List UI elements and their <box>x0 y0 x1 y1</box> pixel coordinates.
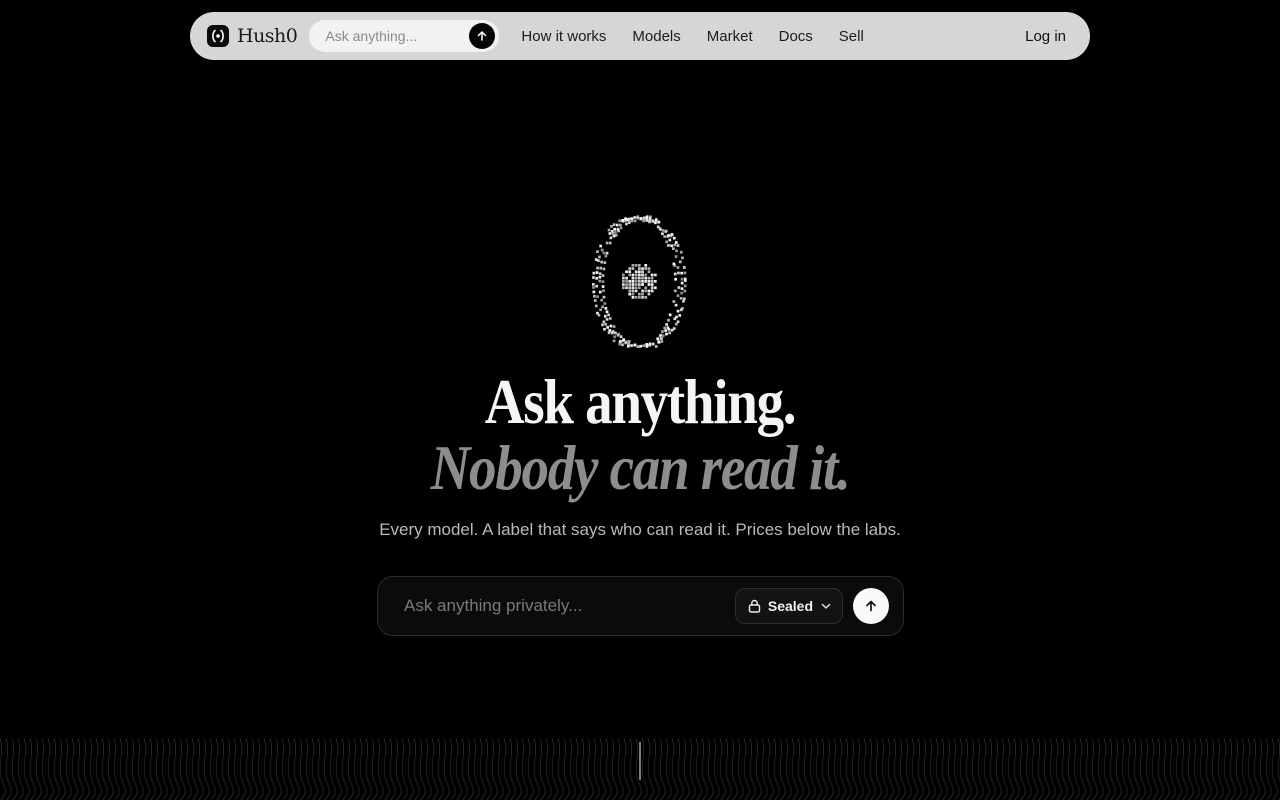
privacy-mode-label: Sealed <box>767 598 813 614</box>
arrow-up-icon <box>478 31 487 41</box>
prompt-send-button[interactable] <box>853 588 889 624</box>
top-navbar: Hush0 How it works Models Market Docs Se… <box>190 12 1090 60</box>
brand-name: Hush0 <box>237 25 298 47</box>
prompt-input[interactable] <box>402 595 735 617</box>
login-button[interactable]: Log in <box>1025 28 1066 45</box>
nav-link-how-it-works[interactable]: How it works <box>521 28 606 45</box>
nav-search-input[interactable] <box>323 27 470 45</box>
nav-link-market[interactable]: Market <box>707 28 753 45</box>
chevron-down-icon <box>821 603 831 609</box>
nav-link-docs[interactable]: Docs <box>779 28 813 45</box>
hero-logo-icon <box>592 215 687 348</box>
prompt-box: Sealed <box>377 576 904 636</box>
privacy-mode-select[interactable]: Sealed <box>734 588 843 624</box>
hero-subtitle: Every model. A label that says who can r… <box>379 520 901 539</box>
page: Hush0 How it works Models Market Docs Se… <box>0 0 1280 800</box>
lock-icon <box>748 599 761 613</box>
brand-logo-icon <box>207 25 229 47</box>
headline-secondary: Nobody can read it. <box>430 432 851 503</box>
brand[interactable]: Hush0 <box>207 12 298 60</box>
nav-search <box>309 20 500 52</box>
nav-link-models[interactable]: Models <box>632 28 680 45</box>
headline-primary: Ask anything. <box>484 366 797 437</box>
nav-links: How it works Models Market Docs Sell <box>521 28 863 45</box>
decorative-wave-pattern <box>0 738 1280 800</box>
nav-search-submit-button[interactable] <box>469 23 496 49</box>
nav-link-sell[interactable]: Sell <box>839 28 864 45</box>
arrow-up-icon <box>866 600 876 612</box>
